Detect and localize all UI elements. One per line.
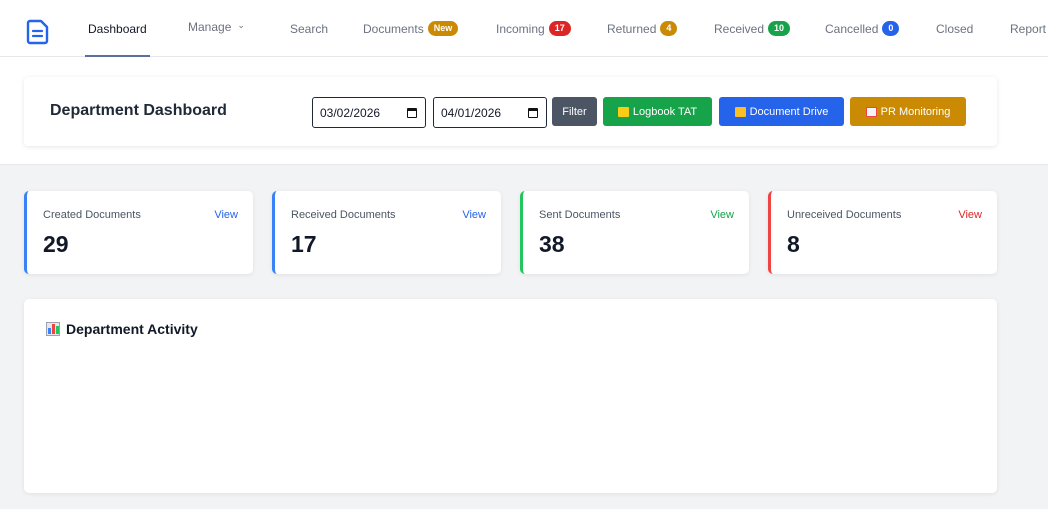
stat-card-unreceived: Unreceived Documents 8 View: [768, 191, 997, 274]
document-drive-button[interactable]: Document Drive: [719, 97, 844, 126]
incoming-badge: 17: [548, 21, 571, 36]
stat-label: Sent Documents: [539, 209, 621, 221]
view-received-link[interactable]: View: [462, 209, 486, 221]
notebook-icon: [617, 106, 629, 117]
filter-button-label: Filter: [562, 105, 587, 118]
nav-search-label: Search: [290, 21, 329, 36]
view-sent-link[interactable]: View: [710, 209, 734, 221]
nav-returned[interactable]: Returned 4: [607, 0, 678, 57]
received-badge: 10: [768, 21, 791, 36]
nav-report[interactable]: Report: [1010, 0, 1046, 57]
chevron-down-icon: ⌄: [237, 20, 245, 30]
stat-value: 17: [291, 231, 317, 257]
nav-manage-label: Manage: [188, 19, 232, 34]
nav-closed-label: Closed: [936, 21, 974, 36]
view-unreceived-link[interactable]: View: [958, 209, 982, 221]
stat-value: 29: [43, 231, 69, 257]
stat-label: Unreceived Documents: [787, 209, 902, 221]
date-to-value: 04/01/2026: [441, 105, 502, 120]
calendar-icon[interactable]: [407, 108, 417, 118]
nav-dashboard-label: Dashboard: [88, 21, 147, 36]
nav-dashboard[interactable]: Dashboard: [85, 0, 150, 57]
activity-card: Department Activity: [24, 299, 997, 493]
stat-label: Received Documents: [291, 209, 396, 221]
top-nav: Dashboard Manage ⌄ Search Documents New …: [0, 0, 1048, 57]
pr-monitoring-button[interactable]: PR Monitoring: [850, 97, 966, 126]
stat-label: Created Documents: [43, 209, 141, 221]
nav-received[interactable]: Received 10: [714, 0, 791, 57]
logbook-tat-button[interactable]: Logbook TAT: [603, 97, 712, 126]
nav-documents-label: Documents: [363, 21, 424, 36]
activity-title: Department Activity: [66, 321, 198, 337]
calendar-icon[interactable]: [528, 108, 538, 118]
nav-manage[interactable]: Manage ⌄: [188, 0, 245, 55]
stat-card-sent: Sent Documents 38 View: [520, 191, 749, 274]
nav-report-label: Report: [1010, 21, 1047, 36]
document-logo-icon[interactable]: [26, 19, 50, 45]
returned-badge: 4: [660, 21, 678, 36]
stat-value: 38: [539, 231, 565, 257]
pr-monitoring-label: PR Monitoring: [880, 105, 951, 118]
stat-value: 8: [787, 231, 800, 257]
header-band: Department Dashboard 03/02/2026 04/01/20…: [0, 57, 1048, 165]
logbook-tat-label: Logbook TAT: [632, 105, 698, 118]
document-drive-label: Document Drive: [749, 105, 829, 118]
bar-chart-icon: [46, 322, 60, 336]
date-from-value: 03/02/2026: [320, 105, 381, 120]
filter-button[interactable]: Filter: [552, 97, 597, 126]
documents-badge: New: [427, 21, 459, 36]
clipboard-icon: [865, 106, 877, 117]
nav-documents[interactable]: Documents New: [363, 0, 459, 57]
view-created-link[interactable]: View: [214, 209, 238, 221]
folder-icon: [734, 106, 746, 117]
activity-header: Department Activity: [46, 321, 198, 337]
nav-closed[interactable]: Closed: [936, 0, 973, 57]
date-from-input[interactable]: 03/02/2026: [312, 97, 426, 128]
nav-returned-label: Returned: [607, 21, 657, 36]
nav-cancelled-label: Cancelled: [825, 21, 879, 36]
nav-incoming[interactable]: Incoming 17: [496, 0, 571, 57]
date-to-input[interactable]: 04/01/2026: [433, 97, 547, 128]
nav-search[interactable]: Search: [290, 0, 328, 57]
cancelled-badge: 0: [882, 21, 900, 36]
nav-cancelled[interactable]: Cancelled 0: [825, 0, 900, 57]
stat-card-received: Received Documents 17 View: [272, 191, 501, 274]
nav-incoming-label: Incoming: [496, 21, 545, 36]
page-title: Department Dashboard: [50, 102, 227, 119]
stat-card-created: Created Documents 29 View: [24, 191, 253, 274]
nav-received-label: Received: [714, 21, 765, 36]
header-card: Department Dashboard 03/02/2026 04/01/20…: [24, 77, 997, 146]
